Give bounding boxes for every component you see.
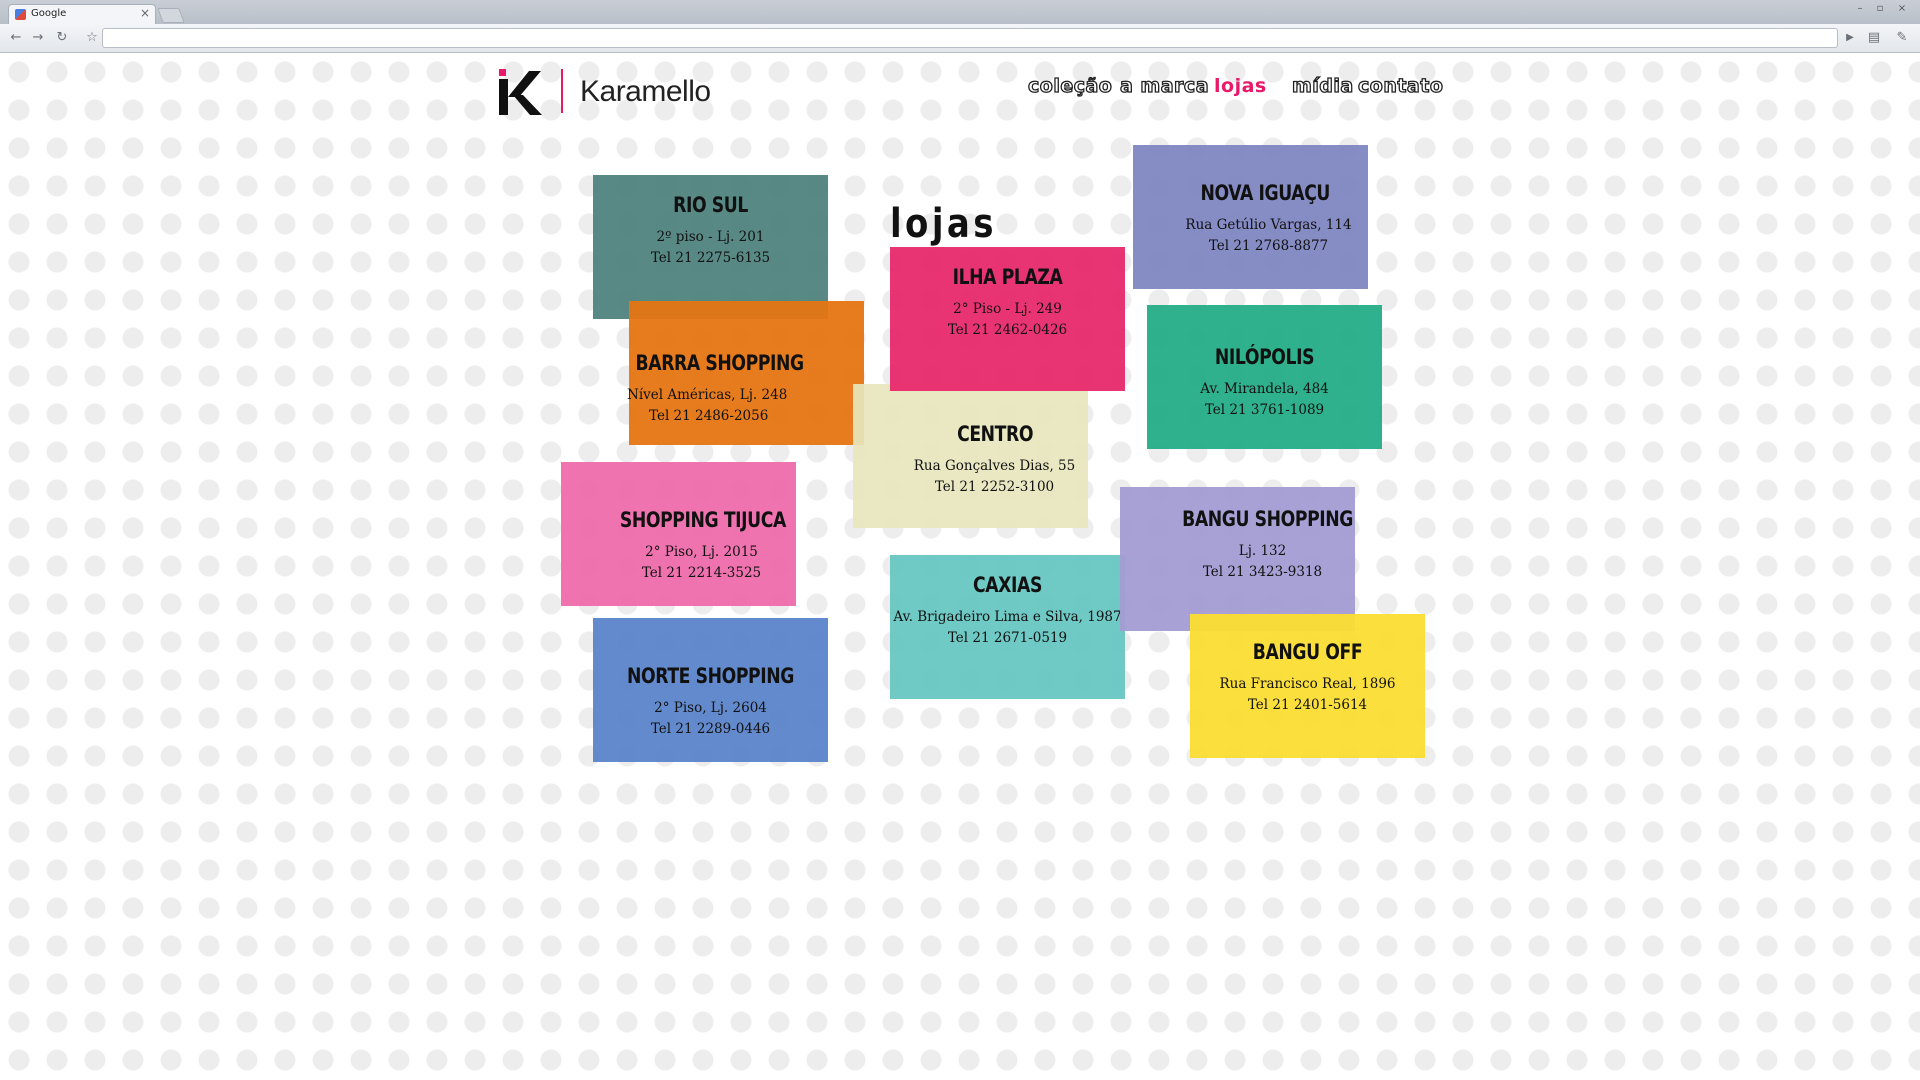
reload-icon[interactable]: ↻ (52, 28, 72, 48)
store-card-barra-shopping[interactable]: BARRA SHOPPING Nível Américas, Lj. 248 T… (627, 301, 864, 445)
store-name: NILÓPOLIS (1214, 345, 1315, 369)
store-name: CENTRO (957, 422, 1034, 446)
store-address: Rua Getúlio Vargas, 114 (1185, 217, 1352, 233)
store-address: 2° Piso, Lj. 2015 (645, 544, 758, 560)
store-card-norte-shopping[interactable]: NORTE SHOPPING 2° Piso, Lj. 2604 Tel 21 … (593, 618, 828, 762)
store-phone: Tel 21 2486-2056 (649, 408, 769, 424)
store-card-bangu-off[interactable]: BANGU OFF Rua Francisco Real, 1896 Tel 2… (1190, 614, 1425, 758)
store-card-centro[interactable]: CENTRO Rua Gonçalves Dias, 55 Tel 21 225… (853, 384, 1088, 528)
store-phone: Tel 21 2289-0446 (650, 721, 771, 737)
store-phone: Tel 21 2768-8877 (1208, 238, 1329, 254)
minimize-icon[interactable]: – (1852, 3, 1868, 14)
store-address: Lj. 132 (1238, 543, 1287, 559)
new-tab-button[interactable] (157, 8, 185, 23)
window-close-icon[interactable]: × (1894, 3, 1910, 14)
tab-close-icon[interactable]: × (140, 6, 150, 20)
page-content: Karamello coleção a marca lojas mídia co… (0, 53, 1920, 1080)
browser-chrome: Google × – ▫ × ← → ↻ ☆ ▶ ▤ ✎ (0, 0, 1920, 53)
store-phone: Tel 21 2275-6135 (650, 250, 771, 266)
play-icon[interactable]: ▶ (1840, 28, 1860, 48)
store-card-shopping-tijuca[interactable]: SHOPPING TIJUCA 2° Piso, Lj. 2015 Tel 21… (561, 462, 796, 606)
store-name: SHOPPING TIJUCA (619, 508, 786, 532)
store-address: Nível Américas, Lj. 248 (627, 387, 788, 403)
address-bar[interactable] (102, 28, 1838, 48)
store-phone: Tel 21 3423-9318 (1202, 564, 1323, 580)
store-name: ILHA PLAZA (952, 265, 1063, 289)
store-name: BANGU OFF (1252, 640, 1363, 664)
store-card-nilopolis[interactable]: NILÓPOLIS Av. Mirandela, 484 Tel 21 3761… (1147, 305, 1382, 449)
store-phone: Tel 21 2462-0426 (947, 322, 1068, 338)
karamello-logo-icon[interactable] (499, 69, 543, 115)
store-card-rio-sul[interactable]: RIO SUL 2º piso - Lj. 201 Tel 21 2275-61… (593, 175, 828, 319)
store-card-caxias[interactable]: CAXIAS Av. Brigadeiro Lima e Silva, 1987… (890, 555, 1125, 699)
tab-title: Google (31, 8, 67, 19)
wrench-icon[interactable]: ✎ (1892, 28, 1912, 48)
logo-divider (561, 69, 563, 113)
store-card-nova-iguacu[interactable]: NOVA IGUAÇU Rua Getúlio Vargas, 114 Tel … (1133, 145, 1368, 289)
store-name: NOVA IGUAÇU (1200, 181, 1331, 205)
store-name: RIO SUL (673, 193, 748, 217)
store-address: Rua Gonçalves Dias, 55 (913, 458, 1076, 474)
store-address: 2° Piso - Lj. 249 (953, 301, 1062, 317)
nav-item-midia[interactable]: mídia (1291, 74, 1354, 97)
store-phone: Tel 21 2401-5614 (1247, 697, 1368, 713)
store-address: 2º piso - Lj. 201 (656, 229, 765, 245)
google-favicon-icon (15, 9, 26, 20)
store-card-bangu-shopping[interactable]: BANGU SHOPPING Lj. 132 Tel 21 3423-9318 (1120, 487, 1355, 631)
brand-name[interactable]: Karamello (580, 75, 711, 109)
nav-item-contato[interactable]: contato (1357, 74, 1443, 97)
page-title: lojas (890, 201, 997, 247)
maximize-icon[interactable]: ▫ (1872, 3, 1888, 14)
tab-strip: Google × – ▫ × (0, 0, 1920, 24)
browser-tab[interactable]: Google × (8, 4, 156, 24)
back-arrow-icon[interactable]: ← (6, 28, 26, 48)
forward-arrow-icon[interactable]: → (28, 28, 48, 48)
store-phone: Tel 21 3761-1089 (1204, 402, 1325, 418)
nav-item-a-marca[interactable]: a marca (1119, 74, 1209, 97)
store-address: 2° Piso, Lj. 2604 (654, 700, 767, 716)
star-icon[interactable]: ☆ (82, 28, 102, 48)
store-name: CAXIAS (973, 573, 1042, 597)
store-phone: Tel 21 2671-0519 (947, 630, 1068, 646)
store-name: BARRA SHOPPING (635, 351, 805, 375)
browser-toolbar: ← → ↻ ☆ ▶ ▤ ✎ (0, 24, 1920, 52)
store-name: NORTE SHOPPING (627, 664, 794, 688)
store-card-ilha-plaza[interactable]: ILHA PLAZA 2° Piso - Lj. 249 Tel 21 2462… (890, 247, 1125, 391)
nav-item-lojas[interactable]: lojas (1214, 75, 1267, 97)
store-name: BANGU SHOPPING (1182, 507, 1354, 531)
store-address: Av. Brigadeiro Lima e Silva, 1987 (893, 609, 1122, 625)
store-phone: Tel 21 2214-3525 (641, 565, 762, 581)
store-address: Av. Mirandela, 484 (1200, 381, 1329, 397)
store-address: Rua Francisco Real, 1896 (1219, 676, 1396, 692)
page-menu-icon[interactable]: ▤ (1864, 28, 1884, 48)
store-phone: Tel 21 2252-3100 (934, 479, 1055, 495)
nav-item-colecao[interactable]: coleção (1027, 74, 1112, 97)
